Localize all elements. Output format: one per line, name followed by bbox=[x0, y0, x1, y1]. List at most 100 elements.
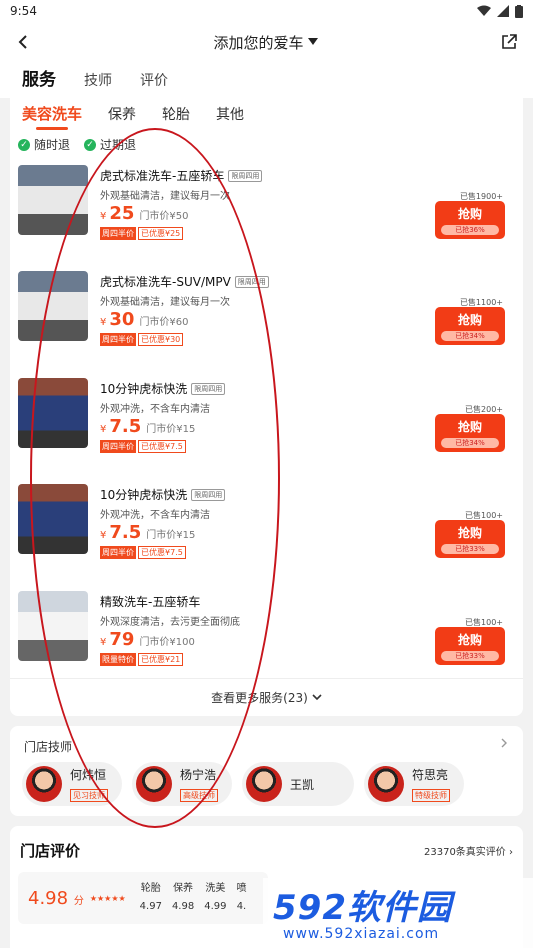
page-title: 添加您的爱车 bbox=[213, 33, 304, 52]
more-services-label: 查看更多服务(23) bbox=[211, 691, 308, 705]
check-icon: ✓ bbox=[18, 138, 30, 151]
car-photo bbox=[18, 591, 88, 661]
car-photo bbox=[18, 271, 88, 341]
currency-symbol: ¥ bbox=[100, 530, 107, 541]
promo-label: 周四半价 bbox=[100, 440, 136, 453]
progress-label: 已抢33% bbox=[441, 544, 499, 554]
discount-label: 已优惠¥25 bbox=[138, 227, 184, 240]
currency-symbol: ¥ bbox=[100, 424, 107, 435]
progress-label: 已抢36% bbox=[441, 225, 499, 235]
avatar bbox=[246, 766, 282, 802]
service-desc: 外观基础清洁，建议每月一次 bbox=[100, 191, 230, 202]
avatar bbox=[368, 766, 405, 802]
rating-category: 洗美 4.99 bbox=[204, 883, 227, 912]
technician-level: 见习技师 bbox=[70, 789, 108, 802]
buy-button[interactable]: 抢购 已抢33% bbox=[435, 520, 505, 558]
car-photo bbox=[18, 484, 88, 554]
service-item[interactable]: 10分钟虎标快洗 限周四用 外观冲洗，不含车内清洁 ¥7.5 门市价¥15 周四半价… bbox=[18, 378, 515, 458]
progress-label: 已抢33% bbox=[441, 651, 499, 661]
market-price: 门市价¥15 bbox=[146, 530, 196, 541]
car-selector[interactable]: 添加您的爱车 bbox=[213, 32, 318, 53]
buy-button[interactable]: 抢购 已抢33% bbox=[435, 627, 505, 665]
signal-icon bbox=[497, 5, 509, 17]
subtab-maintenance[interactable]: 保养 bbox=[108, 104, 136, 124]
service-item[interactable]: 10分钟虎标快洗 限周四用 外观冲洗，不含车内清洁 ¥7.5 门市价¥15 周四半价… bbox=[18, 484, 515, 564]
technician-item[interactable]: 何炜恒 见习技师 bbox=[22, 762, 122, 806]
status-time: 9:54 bbox=[10, 4, 37, 18]
star-rating: ★★★★★ bbox=[89, 893, 126, 903]
avatar bbox=[26, 766, 62, 802]
share-icon[interactable] bbox=[501, 34, 517, 50]
market-price: 门市价¥100 bbox=[139, 637, 195, 648]
service-name: 虎式标准洗车-SUV/MPV bbox=[100, 275, 231, 289]
service-desc: 外观冲洗，不含车内清洁 bbox=[100, 510, 210, 521]
service-desc: 外观基础清洁，建议每月一次 bbox=[100, 297, 230, 308]
back-arrow-icon[interactable] bbox=[16, 34, 30, 50]
services-card: 美容洗车 保养 轮胎 其他 ✓ 随时退 ✓ 过期退 虎式标准洗车-五座轿车 限周四用 … bbox=[10, 88, 523, 716]
currency-symbol: ¥ bbox=[100, 317, 107, 328]
avatar bbox=[136, 766, 172, 802]
wifi-icon bbox=[477, 5, 491, 16]
service-price: 7.5 bbox=[109, 416, 142, 437]
market-price: 门市价¥60 bbox=[139, 317, 189, 328]
usage-tag: 限周四用 bbox=[228, 169, 263, 182]
buy-button[interactable]: 抢购 已抢34% bbox=[435, 414, 505, 452]
service-desc: 外观深度清洁，去污更全面彻底 bbox=[100, 617, 240, 628]
caret-down-icon bbox=[307, 38, 318, 45]
subtab-car-wash[interactable]: 美容洗车 bbox=[22, 103, 82, 130]
review-count-link[interactable]: 23370条真实评价 › bbox=[424, 843, 513, 858]
rating-summary: 4.98 分 ★★★★★ 轮胎 4.97 保养 4.98 洗美 4.99 喷 4. bbox=[18, 872, 268, 924]
guarantee-label: 过期退 bbox=[100, 138, 137, 152]
technician-item[interactable]: 符思亮 特级技师 bbox=[364, 762, 465, 806]
technician-level: 高级技师 bbox=[180, 789, 218, 802]
car-photo bbox=[18, 378, 88, 448]
service-desc: 外观冲洗，不含车内清洁 bbox=[100, 404, 210, 415]
technician-name: 杨宁浩 bbox=[180, 768, 217, 782]
battery-icon bbox=[515, 4, 523, 18]
service-name: 10分钟虎标快洗 bbox=[100, 382, 188, 396]
discount-label: 已优惠¥30 bbox=[138, 333, 184, 346]
watermark-url: www.592xiazai.com bbox=[283, 926, 440, 942]
technician-item[interactable]: 杨宁浩 高级技师 bbox=[132, 762, 232, 806]
more-services-link[interactable]: 查看更多服务(23) bbox=[10, 678, 523, 716]
status-bar: 9:54 bbox=[0, 0, 533, 22]
market-price: 门市价¥50 bbox=[139, 211, 189, 222]
technician-item[interactable]: 王凯 bbox=[242, 762, 355, 806]
guarantee-label: 随时退 bbox=[34, 138, 71, 152]
buy-button[interactable]: 抢购 已抢36% bbox=[435, 201, 505, 239]
service-item[interactable]: 虎式标准洗车-SUV/MPV 限周四用 外观基础清洁，建议每月一次 ¥30 门市价¥… bbox=[18, 271, 515, 351]
progress-label: 已抢34% bbox=[441, 438, 499, 448]
progress-label: 已抢34% bbox=[441, 331, 499, 341]
car-photo bbox=[18, 165, 88, 235]
service-item[interactable]: 精致洗车-五座轿车 外观深度清洁，去污更全面彻底 ¥79 门市价¥100 限量特价… bbox=[18, 591, 515, 671]
watermark-brand: 592软件园 bbox=[273, 888, 452, 928]
technician-name: 王凯 bbox=[290, 777, 315, 792]
promo-label: 周四半价 bbox=[100, 333, 136, 346]
section-title: 门店技师 bbox=[24, 740, 73, 754]
service-price: 25 bbox=[109, 203, 135, 224]
rating-category: 喷 4. bbox=[236, 883, 247, 912]
currency-symbol: ¥ bbox=[100, 637, 107, 648]
rating-category: 轮胎 4.97 bbox=[139, 883, 162, 912]
section-title: 门店评价 bbox=[20, 842, 81, 860]
rating-category: 保养 4.98 bbox=[171, 883, 195, 912]
chevron-right-icon[interactable] bbox=[501, 738, 509, 748]
check-icon: ✓ bbox=[84, 138, 97, 151]
technician-name: 符思亮 bbox=[412, 768, 449, 782]
technician-level: 特级技师 bbox=[412, 789, 451, 802]
usage-tag: 限周四用 bbox=[191, 382, 226, 395]
chevron-down-icon bbox=[312, 693, 322, 700]
guarantees: ✓ 随时退 ✓ 过期退 bbox=[10, 124, 523, 153]
service-item[interactable]: 虎式标准洗车-五座轿车 限周四用 外观基础清洁，建议每月一次 ¥25 门市价¥50 … bbox=[18, 165, 515, 245]
discount-label: 已优惠¥7.5 bbox=[138, 546, 186, 559]
technicians-card: 门店技师 何炜恒 见习技师 杨宁浩高级技师 王凯 符思亮特级技师 bbox=[10, 726, 523, 816]
service-price: 7.5 bbox=[109, 522, 142, 543]
watermark: 592软件园 www.592xiazai.com bbox=[263, 878, 533, 948]
buy-button[interactable]: 抢购 已抢34% bbox=[435, 307, 505, 345]
discount-label: 已优惠¥7.5 bbox=[138, 440, 186, 453]
currency-symbol: ¥ bbox=[100, 211, 107, 222]
subtab-other[interactable]: 其他 bbox=[216, 104, 244, 124]
subtab-tires[interactable]: 轮胎 bbox=[162, 104, 190, 124]
discount-label: 已优惠¥21 bbox=[138, 653, 184, 666]
technician-list: 何炜恒 见习技师 杨宁浩高级技师 王凯 符思亮特级技师 bbox=[22, 762, 465, 806]
